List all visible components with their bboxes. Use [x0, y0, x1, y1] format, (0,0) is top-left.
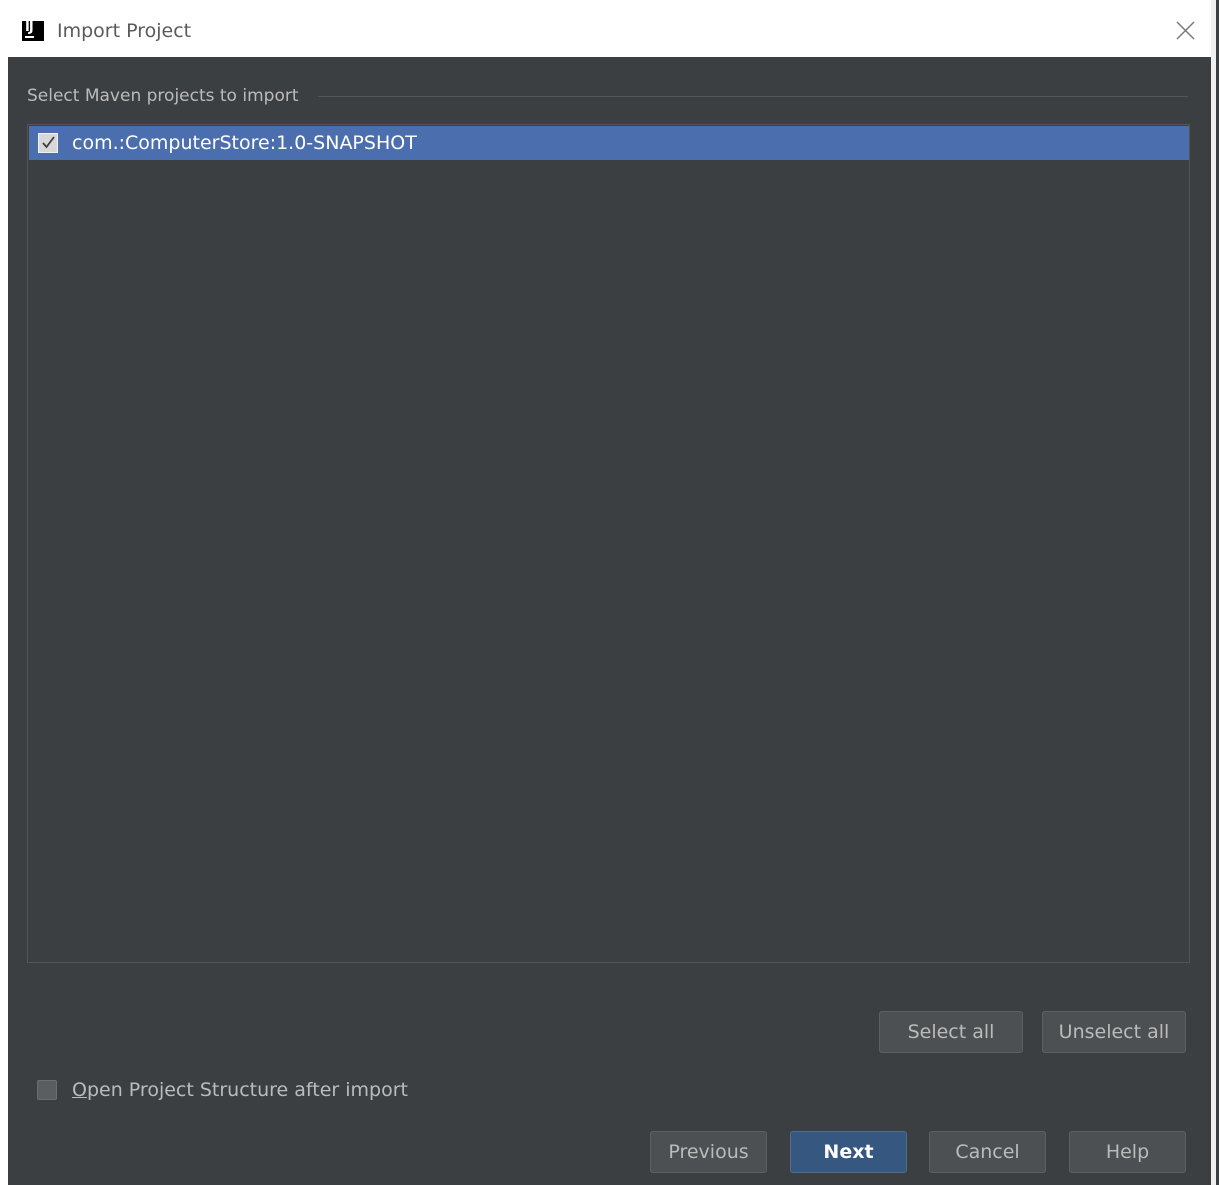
close-icon [1176, 21, 1195, 40]
project-checkbox[interactable] [38, 133, 58, 153]
maven-projects-list: com.:ComputerStore:1.0-SNAPSHOT [27, 124, 1190, 963]
dialog-body: Select Maven projects to import com.:Com… [8, 57, 1211, 1185]
help-button[interactable]: Help [1069, 1131, 1186, 1173]
previous-button[interactable]: Previous [650, 1131, 767, 1173]
unselect-all-button[interactable]: Unselect all [1042, 1011, 1186, 1053]
window-title: Import Project [57, 20, 192, 42]
section-title: Select Maven projects to import [27, 86, 299, 106]
open-structure-checkbox[interactable] [37, 1080, 57, 1100]
intellij-icon: IJ [22, 21, 44, 41]
title-bar: IJ Import Project [0, 0, 1211, 57]
window-edge [1211, 0, 1219, 1185]
project-label: com.:ComputerStore:1.0-SNAPSHOT [72, 132, 417, 154]
close-button[interactable] [1172, 16, 1200, 44]
section-divider [318, 96, 1188, 97]
cancel-button[interactable]: Cancel [929, 1131, 1046, 1173]
select-all-button[interactable]: Select all [879, 1011, 1023, 1053]
list-item[interactable]: com.:ComputerStore:1.0-SNAPSHOT [29, 126, 1189, 160]
open-structure-label: Open Project Structure after import [72, 1079, 408, 1101]
import-project-dialog: IJ Import Project Select Maven projects … [0, 0, 1219, 1185]
checkmark-icon [42, 136, 55, 149]
next-button[interactable]: Next [790, 1131, 907, 1173]
